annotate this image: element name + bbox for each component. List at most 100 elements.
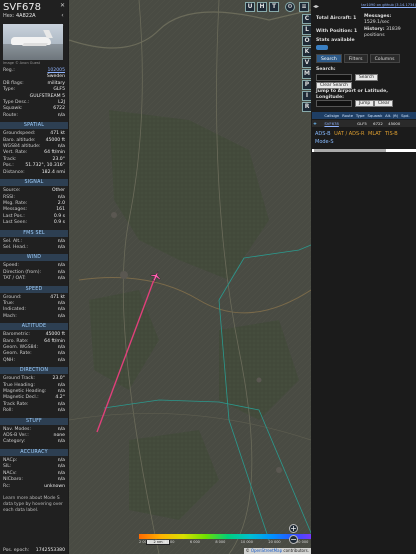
zoom-in-button[interactable]: + xyxy=(289,524,298,533)
close-icon[interactable]: ✕ xyxy=(59,2,66,9)
panel-tabs: Search Filters Columns xyxy=(316,54,400,63)
altitude-legend-label: 30 000 xyxy=(296,540,309,544)
total-aircraft: Total Aircraft: 1 xyxy=(316,16,357,21)
map-button-t[interactable]: T xyxy=(269,2,279,12)
jump-input[interactable] xyxy=(316,100,352,107)
section-header-speed[interactable]: SPEED xyxy=(0,285,68,293)
info-row: TAT / OAT: n/a xyxy=(0,276,68,282)
map-scale: 2 nm xyxy=(146,540,170,545)
version-link[interactable]: tar1090 on github (3.14.1734) xyxy=(316,3,416,7)
history-count: History: 31839 positions xyxy=(364,27,401,38)
section-header-direction[interactable]: DIRECTION xyxy=(0,367,68,375)
tab-filters[interactable]: Filters xyxy=(343,54,368,63)
map-button-u[interactable]: U xyxy=(245,2,255,12)
aircraft-hex: Hex: 4A822A xyxy=(0,13,68,19)
town-marker xyxy=(111,212,117,218)
hex-value: 4A822A xyxy=(16,13,36,19)
details-list: Reg.: 102005 Sweden DB flags: military Type: G… xyxy=(0,68,68,119)
column-header[interactable]: Callsign xyxy=(323,112,341,119)
hex-label: Hex: xyxy=(3,13,15,19)
section-header-spatial[interactable]: SPATIAL xyxy=(0,122,68,130)
info-value: n/a xyxy=(57,244,65,250)
aircraft-info-panel: SVF678 Hex: 4A822A ✕ ‹ › Image © Anon Gu… xyxy=(0,0,68,554)
aircraft-list-panel: ◂▸ tar1090 on github (3.14.1734) Total A… xyxy=(311,0,416,554)
section-header-signal[interactable]: SIGNAL xyxy=(0,179,68,187)
search-button[interactable]: Search xyxy=(355,74,379,81)
section-header-stuff[interactable]: STUFF xyxy=(0,417,68,425)
chevron-left-icon[interactable]: ‹ xyxy=(59,12,66,19)
tab-search[interactable]: Search xyxy=(316,54,342,63)
aircraft-callsign: SVF678 xyxy=(3,2,42,13)
messages-rate: Messages: 1529.1/sec xyxy=(364,14,392,25)
filter-modes[interactable]: Mode-S xyxy=(315,139,334,145)
town-marker xyxy=(276,467,282,473)
altitude-legend-label: 6 000 xyxy=(189,540,200,544)
info-value: n/a xyxy=(57,357,65,363)
info-row: Last Seen: 0.9 s xyxy=(0,220,68,226)
info-label: Reg.: xyxy=(3,68,15,73)
stats-available-link[interactable]: Stats available xyxy=(316,38,355,44)
info-value: unknown xyxy=(44,483,65,489)
zoom-out-button[interactable]: − xyxy=(289,535,298,544)
with-position: With Position: 1 xyxy=(316,29,358,34)
map-canvas[interactable] xyxy=(69,0,311,554)
section-header-fms[interactable]: FMS SEL xyxy=(0,229,68,237)
plane-wing-shape xyxy=(22,43,48,46)
row-squawk: 6722 xyxy=(373,121,383,126)
jump-button[interactable]: Jump xyxy=(355,100,375,107)
info-row: QNH: n/a xyxy=(0,358,68,364)
info-value: 0.9 s xyxy=(53,220,65,226)
column-header[interactable]: Alt. (ft) xyxy=(384,112,400,119)
info-label: Route: xyxy=(3,112,18,118)
info-label: Last Seen: xyxy=(3,220,28,226)
town-marker xyxy=(256,377,262,383)
info-row: Roll: n/a xyxy=(0,408,68,414)
row-type: GLF5 xyxy=(357,121,367,126)
info-row: Mach: n/a xyxy=(0,314,68,320)
table-scrollbar[interactable] xyxy=(312,149,416,152)
map-view[interactable]: U H T ⚙ ≡ 2 0004 0006 0008 00010 00020 0… xyxy=(69,0,311,554)
search-input[interactable] xyxy=(316,74,352,81)
aircraft-photo[interactable] xyxy=(3,24,63,60)
info-sections: SPATIAL Groundspeed: 471 kt Baro. altitude:… xyxy=(0,122,68,490)
table-row[interactable]: ✚ SVF678 GLF5 6722 45000 xyxy=(312,120,416,127)
info-label: Roll: xyxy=(3,408,13,414)
section-header-wind[interactable]: WIND xyxy=(0,254,68,262)
column-header[interactable]: Route xyxy=(341,112,355,119)
column-header[interactable]: Squawk xyxy=(366,112,384,119)
section-header-altitude[interactable]: ALTITUDE xyxy=(0,323,68,331)
altitude-legend-label: 10 000 xyxy=(240,540,253,544)
info-value: n/a xyxy=(57,408,65,414)
stats-toggle[interactable] xyxy=(316,45,328,50)
osm-link[interactable]: OpenStreetMap xyxy=(251,548,282,553)
row-callsign[interactable]: SVF678 xyxy=(323,120,353,127)
info-label: Type: xyxy=(3,87,16,93)
altitude-legend-label: 20 000 xyxy=(268,540,281,544)
info-label: Mach: xyxy=(3,313,17,319)
info-label: TAT / OAT: xyxy=(3,276,26,282)
info-value: 182.4 nmi xyxy=(41,169,65,175)
info-row: Route: n/a xyxy=(0,113,68,119)
scrollbar-thumb[interactable] xyxy=(314,149,386,152)
flag-column-header xyxy=(312,112,323,119)
section-header-accuracy[interactable]: ACCURACY xyxy=(0,448,68,456)
flag-icon: ✚ xyxy=(313,121,317,126)
column-header[interactable]: Type xyxy=(355,112,367,119)
clear-button[interactable]: Clear xyxy=(374,100,394,107)
info-label: QNH: xyxy=(3,357,16,363)
tab-columns[interactable]: Columns xyxy=(369,54,400,63)
search-label: Search: xyxy=(316,67,336,72)
filter-mlat[interactable]: MLAT xyxy=(368,131,381,137)
pos-epoch-value: 1742553380 xyxy=(35,547,65,553)
info-label: Category: xyxy=(3,439,26,445)
layers-icon[interactable]: ≡ xyxy=(299,2,309,12)
filter-adsb[interactable]: ADS-B xyxy=(315,131,331,137)
filter-uat[interactable]: UAT / ADS-R xyxy=(334,131,364,137)
column-header[interactable]: Spd. xyxy=(400,112,411,119)
info-value: n/a xyxy=(57,112,65,118)
filter-tisb[interactable]: TIS-B xyxy=(385,131,398,137)
aircraft-table-header: Callsign Route Type Squawk Alt. (ft) Spd… xyxy=(312,112,416,119)
clear-search-button[interactable]: Clear Search xyxy=(316,82,352,89)
map-button-h[interactable]: H xyxy=(257,2,267,12)
settings-gear-icon[interactable]: ⚙ xyxy=(285,2,295,12)
